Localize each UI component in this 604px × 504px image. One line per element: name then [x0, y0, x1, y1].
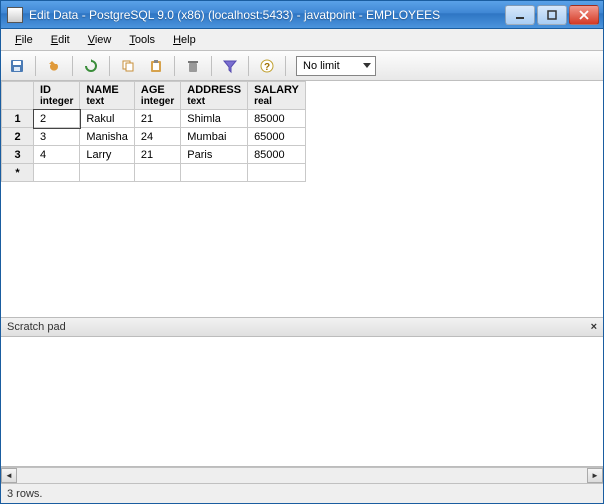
- data-grid-pane[interactable]: IDinteger NAMEtext AGEinteger ADDRESStex…: [1, 81, 603, 317]
- scroll-left-button[interactable]: ◄: [1, 468, 17, 483]
- save-icon: [9, 58, 25, 74]
- scratch-pad-close-button[interactable]: ×: [591, 321, 597, 333]
- status-text: 3 rows.: [7, 488, 42, 500]
- toolbar-separator: [109, 56, 110, 76]
- menubar: File Edit View Tools Help: [1, 29, 603, 51]
- window-controls: [505, 5, 599, 25]
- cell[interactable]: 65000: [248, 128, 306, 146]
- scratch-pad-body[interactable]: [1, 337, 603, 467]
- table-row: 1 2 Rakul 21 Shimla 85000: [2, 110, 306, 128]
- help-icon: ?: [259, 58, 275, 74]
- menu-tools[interactable]: Tools: [121, 32, 163, 48]
- paste-icon: [148, 58, 164, 74]
- data-grid: IDinteger NAMEtext AGEinteger ADDRESStex…: [1, 81, 306, 182]
- content-area: IDinteger NAMEtext AGEinteger ADDRESStex…: [1, 81, 603, 483]
- close-icon: [579, 10, 589, 20]
- col-header-id[interactable]: IDinteger: [34, 82, 80, 110]
- table-row: 2 3 Manisha 24 Mumbai 65000: [2, 128, 306, 146]
- cell[interactable]: [134, 164, 180, 182]
- minimize-button[interactable]: [505, 5, 535, 25]
- titlebar: Edit Data - PostgreSQL 9.0 (x86) (localh…: [1, 1, 603, 29]
- cell[interactable]: Rakul: [80, 110, 135, 128]
- limit-selected: No limit: [303, 60, 340, 72]
- cell[interactable]: Manisha: [80, 128, 135, 146]
- cell[interactable]: Paris: [181, 146, 248, 164]
- toolbar-separator: [211, 56, 212, 76]
- cell[interactable]: 3: [34, 128, 80, 146]
- toolbar-separator: [285, 56, 286, 76]
- cell[interactable]: 21: [134, 146, 180, 164]
- cell[interactable]: 24: [134, 128, 180, 146]
- cell[interactable]: Larry: [80, 146, 135, 164]
- row-header[interactable]: 1: [2, 110, 34, 128]
- filter-icon: [222, 58, 238, 74]
- menu-edit[interactable]: Edit: [43, 32, 78, 48]
- svg-text:?: ?: [264, 62, 270, 73]
- help-button[interactable]: ?: [255, 55, 279, 77]
- minimize-icon: [515, 10, 525, 20]
- undo-icon: [46, 58, 62, 74]
- menu-view[interactable]: View: [80, 32, 120, 48]
- menu-file[interactable]: File: [7, 32, 41, 48]
- menu-help[interactable]: Help: [165, 32, 204, 48]
- close-button[interactable]: [569, 5, 599, 25]
- table-row: 3 4 Larry 21 Paris 85000: [2, 146, 306, 164]
- cell[interactable]: [181, 164, 248, 182]
- maximize-icon: [547, 10, 557, 20]
- row-header-new[interactable]: *: [2, 164, 34, 182]
- app-icon: [7, 7, 23, 23]
- col-header-name[interactable]: NAMEtext: [80, 82, 135, 110]
- refresh-icon: [83, 58, 99, 74]
- table-row-new: *: [2, 164, 306, 182]
- copy-icon: [120, 58, 136, 74]
- cell[interactable]: Mumbai: [181, 128, 248, 146]
- cell[interactable]: 4: [34, 146, 80, 164]
- scratch-pad-header: Scratch pad ×: [1, 317, 603, 337]
- statusbar: 3 rows.: [1, 483, 603, 503]
- limit-dropdown[interactable]: No limit: [296, 56, 376, 76]
- toolbar: ? No limit: [1, 51, 603, 81]
- toolbar-separator: [72, 56, 73, 76]
- cell[interactable]: [248, 164, 306, 182]
- toolbar-separator: [35, 56, 36, 76]
- cell[interactable]: [34, 164, 80, 182]
- trash-icon: [185, 58, 201, 74]
- row-header[interactable]: 2: [2, 128, 34, 146]
- cell[interactable]: [80, 164, 135, 182]
- toolbar-separator: [248, 56, 249, 76]
- row-header[interactable]: 3: [2, 146, 34, 164]
- toolbar-separator: [174, 56, 175, 76]
- scratch-pad-title: Scratch pad: [7, 321, 66, 333]
- save-button[interactable]: [5, 55, 29, 77]
- refresh-button[interactable]: [79, 55, 103, 77]
- chevron-down-icon: [363, 63, 371, 68]
- col-header-address[interactable]: ADDRESStext: [181, 82, 248, 110]
- filter-button[interactable]: [218, 55, 242, 77]
- cell[interactable]: 2: [34, 110, 80, 128]
- grid-corner[interactable]: [2, 82, 34, 110]
- col-header-age[interactable]: AGEinteger: [134, 82, 180, 110]
- cell[interactable]: 85000: [248, 110, 306, 128]
- col-header-salary[interactable]: SALARYreal: [248, 82, 306, 110]
- delete-button[interactable]: [181, 55, 205, 77]
- undo-button[interactable]: [42, 55, 66, 77]
- maximize-button[interactable]: [537, 5, 567, 25]
- cell[interactable]: Shimla: [181, 110, 248, 128]
- copy-button[interactable]: [116, 55, 140, 77]
- cell[interactable]: 85000: [248, 146, 306, 164]
- cell[interactable]: 21: [134, 110, 180, 128]
- paste-button[interactable]: [144, 55, 168, 77]
- window-title: Edit Data - PostgreSQL 9.0 (x86) (localh…: [29, 8, 505, 22]
- app-window: Edit Data - PostgreSQL 9.0 (x86) (localh…: [0, 0, 604, 504]
- scroll-right-button[interactable]: ►: [587, 468, 603, 483]
- horizontal-scrollbar[interactable]: ◄ ►: [1, 467, 603, 483]
